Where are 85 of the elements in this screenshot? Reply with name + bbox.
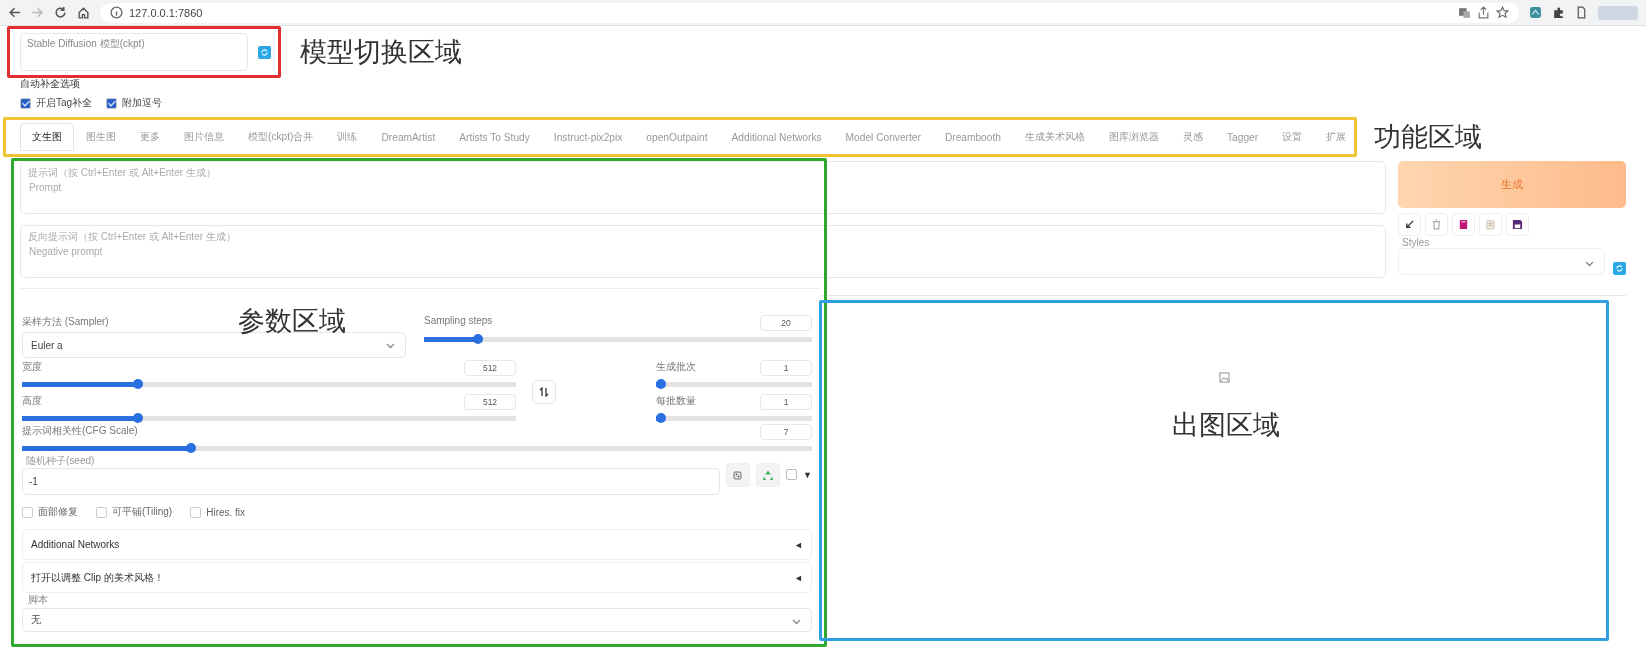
slider-track[interactable] xyxy=(22,379,516,389)
number-field[interactable]: 512 xyxy=(464,360,516,376)
clipboard-icon xyxy=(1485,219,1496,230)
model-dropdown[interactable]: Stable Diffusion 模型(ckpt) xyxy=(20,33,248,71)
dropdown-value: 无 xyxy=(31,613,41,627)
field-label: 提示词（按 Ctrl+Enter 或 Alt+Enter 生成） xyxy=(28,166,216,180)
checkbox[interactable]: 附加逗号 xyxy=(106,96,163,110)
slider-handle[interactable] xyxy=(424,334,484,344)
dice-icon xyxy=(732,468,745,481)
share-icon[interactable] xyxy=(1477,6,1490,19)
slider-handle[interactable] xyxy=(22,413,144,423)
slider-track[interactable] xyxy=(22,413,516,423)
field-label: 脚本 xyxy=(28,593,48,607)
extension-icon[interactable] xyxy=(1529,6,1542,19)
dropdown-value: Euler a xyxy=(31,339,63,351)
annotation-label: 参数区域 xyxy=(238,307,346,334)
slider-label: 提示词相关性(CFG Scale) xyxy=(22,424,138,438)
checkbox[interactable] xyxy=(786,469,798,480)
chevron-icon xyxy=(792,619,801,625)
address-bar[interactable]: 127.0.0.1:7860 xyxy=(100,2,1519,23)
checkbox[interactable]: 开启Tag补全 xyxy=(20,96,93,110)
chevron-icon xyxy=(1585,261,1594,267)
field-label: 采样方法 (Sampler) xyxy=(22,315,109,329)
chevron-icon xyxy=(386,343,395,349)
image-icon xyxy=(1218,372,1230,383)
save-icon xyxy=(1512,219,1523,230)
annotation-label: 功能区域 xyxy=(1374,123,1482,150)
script-dropdown[interactable]: 无 xyxy=(22,608,812,632)
refresh-icon xyxy=(1615,264,1624,273)
refresh-icon xyxy=(260,47,269,57)
number-field[interactable]: 7 xyxy=(760,424,812,440)
accordion-title: Additional Networks xyxy=(31,539,120,550)
slider-label: 每批数量 xyxy=(656,394,696,408)
tab[interactable]: 文生图 xyxy=(20,123,74,151)
annotation-label: 模型切换区域 xyxy=(300,38,462,65)
slider-track[interactable] xyxy=(424,334,812,344)
slider-label: Sampling steps xyxy=(424,315,493,326)
document-icon[interactable] xyxy=(1575,6,1588,19)
seed-field[interactable]: -1 xyxy=(22,468,721,495)
slider-track[interactable] xyxy=(656,379,812,389)
reload-icon[interactable] xyxy=(54,6,67,19)
accordion-header[interactable]: Additional Networks ◄ xyxy=(22,529,812,560)
field-label: Styles xyxy=(1402,237,1430,248)
annotation-label: 出图区域 xyxy=(1172,411,1280,438)
number-field[interactable]: 20 xyxy=(760,315,812,331)
slider-label: 生成批次 xyxy=(656,360,696,374)
refresh-button[interactable] xyxy=(258,45,271,59)
collapse-toggle[interactable]: ◄ xyxy=(794,539,803,550)
back-icon[interactable] xyxy=(8,6,21,19)
expand-toggle[interactable]: ▼ xyxy=(803,469,812,480)
book-icon xyxy=(1458,219,1469,230)
checkbox[interactable]: 可平铺(Tiling) xyxy=(96,505,173,519)
slider-handle[interactable] xyxy=(22,379,144,389)
group-title: 自动补全选项 xyxy=(20,77,80,91)
number-field[interactable]: 1 xyxy=(760,360,812,376)
field-label: 随机种子(seed) xyxy=(26,454,95,468)
info-icon xyxy=(110,6,123,19)
save-button[interactable] xyxy=(1506,213,1529,236)
number-field[interactable]: 512 xyxy=(464,394,516,410)
field-label: 反向提示词（按 Ctrl+Enter 或 Alt+Enter 生成） xyxy=(28,230,236,244)
home-icon[interactable] xyxy=(77,6,90,19)
swap-icon xyxy=(539,387,549,397)
slider-handle[interactable] xyxy=(656,413,666,423)
url-text: 127.0.0.1:7860 xyxy=(129,6,204,19)
accordion-header[interactable]: 打开以调整 Clip 的美术风格！ ◄ xyxy=(22,562,812,593)
swap-button[interactable] xyxy=(532,380,556,404)
number-field[interactable]: 1 xyxy=(760,394,812,410)
arrow-button[interactable] xyxy=(1398,213,1421,236)
slider-label: 高度 xyxy=(22,394,42,408)
collapse-toggle[interactable]: ◄ xyxy=(794,572,803,583)
translate-icon[interactable] xyxy=(1458,6,1471,19)
arrow-icon xyxy=(1404,219,1415,230)
slider-handle[interactable] xyxy=(656,379,666,389)
slider-track[interactable] xyxy=(656,413,812,423)
slider-handle[interactable] xyxy=(22,443,196,453)
book-button[interactable] xyxy=(1452,213,1475,236)
star-icon[interactable] xyxy=(1496,6,1509,19)
slider-label: 宽度 xyxy=(22,360,42,374)
checkbox[interactable]: 面部修复 xyxy=(22,505,78,519)
checkbox[interactable]: Hires. fix xyxy=(190,505,246,519)
accordion-title: 打开以调整 Clip 的美术风格！ xyxy=(31,570,164,585)
clipboard-button[interactable] xyxy=(1479,213,1502,236)
puzzle-icon[interactable] xyxy=(1552,6,1565,19)
slider-track[interactable] xyxy=(22,443,812,453)
trash-icon xyxy=(1431,219,1442,230)
